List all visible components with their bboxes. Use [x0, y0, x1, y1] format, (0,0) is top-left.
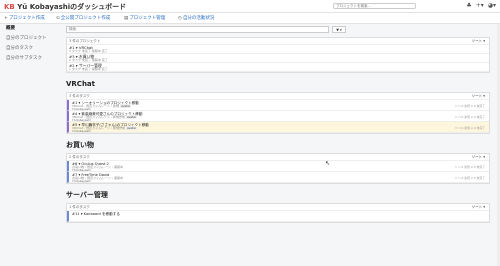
sort-dropdown[interactable]: ソート ▾ — [472, 38, 485, 44]
project-row[interactable]: #1 ▾ VRChat 3 タスク 未完了 保留中 完了 — [67, 45, 489, 54]
create-public-project-link[interactable]: ⊙全公開プロジェクト作成 — [56, 15, 110, 21]
plus-icon: + — [4, 16, 8, 21]
sidebar-item-overview[interactable]: 概要 — [0, 24, 58, 34]
tasks-count: 1 件のタスク — [69, 205, 90, 209]
task-meta: ☉ ☐ 0 新規 ⊙ 0 未完了 — [454, 126, 485, 130]
sidebar-item-my-projects[interactable]: 自分のプロジェクト — [0, 34, 58, 44]
globe-icon: ⊙ — [56, 16, 60, 21]
create-public-project-label: 全公開プロジェクト作成 — [60, 16, 111, 21]
section-title-vrchat: VRChat — [66, 80, 95, 88]
task-row[interactable]: #4 ▾ 紫柴麻美可愛さんのプロジェクト移動 VRChat › 既定スイムレーン… — [67, 111, 489, 122]
task-meta: ☉ ☐ 0 新規 ⊙ 0 未完了 — [454, 165, 485, 169]
tasks-panel-heading: 2 件のタスク ソート ▾ — [67, 154, 489, 161]
project-stats: 3 タスク 未完了 保留中 完了 — [69, 48, 108, 53]
sort-dropdown[interactable]: ソート ▾ — [472, 204, 485, 210]
brand-logo[interactable]: KB — [4, 3, 15, 11]
task-row[interactable]: #11 ▾ Kanboard を移動する — [67, 211, 489, 222]
filter-row: ▼ ▾ — [66, 26, 490, 34]
sidebar-item-my-tasks[interactable]: 自分のタスク — [0, 44, 58, 54]
task-meta: ☉ ☐ 0 新規 ⊙ 0 未完了 — [454, 104, 485, 108]
task-row[interactable]: #6 ▾ Oculus Quest 2 お買い物 › 既定スイムレーン › 保留… — [67, 161, 489, 172]
project-management-label: プロジェクト管理 — [129, 16, 166, 21]
folder-icon: ▤ — [124, 16, 129, 21]
task-tag: Avatar — [119, 103, 132, 108]
tasks-count: 2 件のタスク — [69, 155, 90, 159]
tasks-panel-shopping: 2 件のタスク ソート ▾ #6 ▾ Oculus Quest 2 お買い物 ›… — [66, 153, 490, 184]
task-row-highlighted[interactable]: #5 ▾ 早川舞衣子(ささゃん)のプロジェクト移動 VRChat › 既定スイム… — [67, 122, 489, 133]
tasks-count: 3 件のタスク — [69, 94, 90, 98]
filter-dropdown-button[interactable]: ▼ ▾ — [332, 26, 346, 33]
filter-input[interactable] — [66, 26, 329, 33]
task-tag: Avatar — [125, 114, 138, 119]
task-row[interactable]: #1 ▾ シーオリーショのプロジェクト移動 VRChat › 既定スイムレーン … — [67, 100, 489, 111]
task-tag: Avatar — [125, 125, 138, 130]
bell-icon[interactable]: ♣ — [466, 2, 471, 9]
top-icons: ♣ +▾ ◕▾ — [466, 2, 496, 9]
task-assignee: Yū Kobayashi — [72, 178, 91, 183]
sidebar: 概要 自分のプロジェクト 自分のタスク 自分のサブタスク — [0, 24, 58, 64]
task-meta: ☉ ☐ 0 新規 ⊙ 0 未完了 — [454, 115, 485, 119]
sort-dropdown[interactable]: ソート ▾ — [472, 93, 485, 99]
my-activity-label: 自分の活動状況 — [182, 16, 215, 21]
action-nav: +プロジェクト作成 ⊙全公開プロジェクト作成 ▤プロジェクト管理 ◷自分の活動状… — [0, 13, 500, 24]
user-avatar[interactable]: ◕▾ — [488, 2, 496, 9]
task-assignee: Yū Kobayashi — [72, 128, 91, 133]
create-project-link[interactable]: +プロジェクト作成 — [4, 15, 45, 21]
dashboard-title: KB Yū Kobayashiのダッシュボード — [4, 2, 126, 12]
task-title[interactable]: #11 ▾ Kanboard を移動する — [72, 211, 489, 216]
tasks-panel-heading: 1 件のタスク ソート ▾ — [67, 204, 489, 211]
my-activity-link[interactable]: ◷自分の活動状況 — [178, 15, 214, 21]
task-row[interactable]: #7 ▾ FreeTime David お買い物 › 既定スイムレーン › 保留… — [67, 172, 489, 183]
section-title-server: サーバー管理 — [66, 191, 108, 199]
create-project-label: プロジェクト作成 — [8, 16, 45, 21]
tasks-panel-server: 1 件のタスク ソート ▾ #11 ▾ Kanboard を移動する — [66, 203, 490, 223]
tasks-panel-heading: 3 件のタスク ソート ▾ — [67, 93, 489, 100]
task-meta: ☉ ☐ 0 新規 ⊙ 0 未完了 — [454, 176, 485, 180]
projects-count: 3 件のプロジェクト — [69, 39, 101, 43]
brand-title: Yū Kobayashiのダッシュボード — [17, 3, 127, 11]
sort-dropdown[interactable]: ソート ▾ — [472, 154, 485, 160]
project-stats: 2 タスク 未完了 保留中 完了 — [69, 57, 108, 62]
project-row[interactable]: #2 ▾ サーバー管理 1 タスク 未完了 保留中 完了 — [67, 63, 489, 72]
project-search-input[interactable] — [333, 3, 416, 9]
tasks-panel-vrchat: 3 件のタスク ソート ▾ #1 ▾ シーオリーショのプロジェクト移動 VRCh… — [66, 92, 490, 134]
project-stats: 1 タスク 未完了 保留中 完了 — [69, 66, 108, 71]
plus-icon[interactable]: +▾ — [476, 2, 484, 9]
top-bar: KB Yū Kobayashiのダッシュボード ♣ +▾ ◕▾ — [0, 0, 500, 13]
main-content: ▼ ▾ 3 件のプロジェクト ソート ▾ #1 ▾ VRChat 3 タスク 未… — [66, 26, 490, 223]
projects-panel-heading: 3 件のプロジェクト ソート ▾ — [67, 38, 489, 45]
clock-icon: ◷ — [178, 16, 182, 21]
project-row[interactable]: #3 ▾ お買い物 2 タスク 未完了 保留中 完了 — [67, 54, 489, 63]
section-title-shopping: お買い物 — [66, 141, 94, 149]
mouse-cursor-icon: ↖ — [325, 160, 331, 167]
projects-panel: 3 件のプロジェクト ソート ▾ #1 ▾ VRChat 3 タスク 未完了 保… — [66, 37, 490, 73]
project-management-link[interactable]: ▤プロジェクト管理 — [124, 15, 165, 21]
sidebar-item-my-subtasks[interactable]: 自分のサブタスク — [0, 54, 58, 64]
